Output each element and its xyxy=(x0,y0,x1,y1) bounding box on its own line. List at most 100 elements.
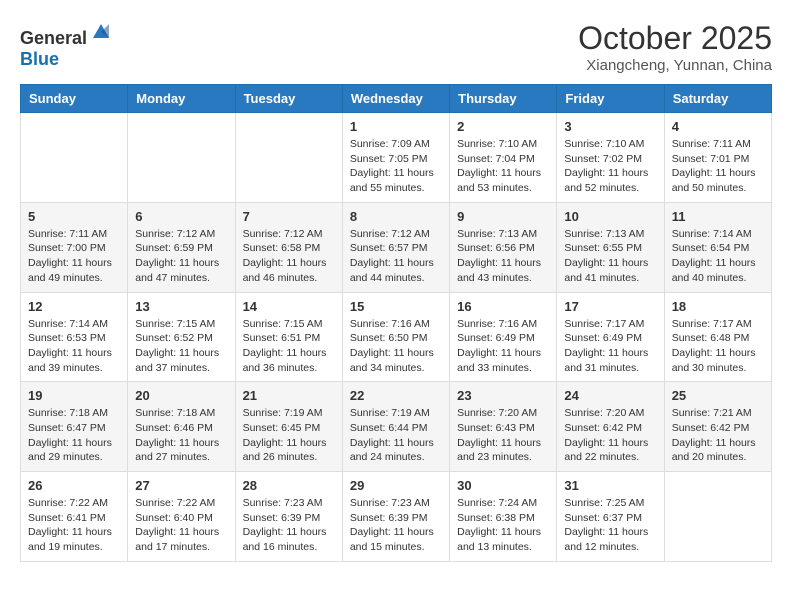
day-info: Sunrise: 7:14 AM Sunset: 6:53 PM Dayligh… xyxy=(28,317,120,376)
day-info: Sunrise: 7:12 AM Sunset: 6:57 PM Dayligh… xyxy=(350,227,442,286)
day-info: Sunrise: 7:15 AM Sunset: 6:51 PM Dayligh… xyxy=(243,317,335,376)
day-number: 16 xyxy=(457,299,549,314)
day-number: 30 xyxy=(457,478,549,493)
day-info: Sunrise: 7:16 AM Sunset: 6:50 PM Dayligh… xyxy=(350,317,442,376)
day-number: 17 xyxy=(564,299,656,314)
logo-blue: Blue xyxy=(20,49,59,69)
day-info: Sunrise: 7:21 AM Sunset: 6:42 PM Dayligh… xyxy=(672,406,764,465)
day-info: Sunrise: 7:19 AM Sunset: 6:45 PM Dayligh… xyxy=(243,406,335,465)
calendar-day-cell: 23 Sunrise: 7:20 AM Sunset: 6:43 PM Dayli… xyxy=(450,382,557,472)
day-info: Sunrise: 7:09 AM Sunset: 7:05 PM Dayligh… xyxy=(350,137,442,196)
title-section: October 2025 Xiangcheng, Yunnan, China xyxy=(578,20,772,74)
calendar-day-cell: 26 Sunrise: 7:22 AM Sunset: 6:41 PM Dayli… xyxy=(21,472,128,562)
day-number: 21 xyxy=(243,388,335,403)
month-title: October 2025 xyxy=(578,20,772,57)
day-number: 5 xyxy=(28,209,120,224)
day-info: Sunrise: 7:20 AM Sunset: 6:43 PM Dayligh… xyxy=(457,406,549,465)
weekday-header: Sunday xyxy=(21,85,128,113)
day-info: Sunrise: 7:22 AM Sunset: 6:40 PM Dayligh… xyxy=(135,496,227,555)
day-info: Sunrise: 7:23 AM Sunset: 6:39 PM Dayligh… xyxy=(350,496,442,555)
day-number: 20 xyxy=(135,388,227,403)
day-number: 25 xyxy=(672,388,764,403)
day-number: 26 xyxy=(28,478,120,493)
day-number: 11 xyxy=(672,209,764,224)
calendar-header-row: SundayMondayTuesdayWednesdayThursdayFrid… xyxy=(21,85,772,113)
calendar-day-cell: 13Sunrise: 7:15 AM Sunset: 6:52 PM Dayli… xyxy=(128,292,235,382)
day-info: Sunrise: 7:12 AM Sunset: 6:58 PM Dayligh… xyxy=(243,227,335,286)
day-number: 6 xyxy=(135,209,227,224)
weekday-header: Tuesday xyxy=(235,85,342,113)
day-info: Sunrise: 7:13 AM Sunset: 6:56 PM Dayligh… xyxy=(457,227,549,286)
day-number: 29 xyxy=(350,478,442,493)
day-info: Sunrise: 7:18 AM Sunset: 6:46 PM Dayligh… xyxy=(135,406,227,465)
day-number: 7 xyxy=(243,209,335,224)
day-number: 8 xyxy=(350,209,442,224)
day-number: 1 xyxy=(350,119,442,134)
day-info: Sunrise: 7:18 AM Sunset: 6:47 PM Dayligh… xyxy=(28,406,120,465)
calendar-day-cell xyxy=(128,113,235,203)
calendar-day-cell: 7 Sunrise: 7:12 AM Sunset: 6:58 PM Daylig… xyxy=(235,202,342,292)
day-info: Sunrise: 7:13 AM Sunset: 6:55 PM Dayligh… xyxy=(564,227,656,286)
calendar-day-cell: 8 Sunrise: 7:12 AM Sunset: 6:57 PM Daylig… xyxy=(342,202,449,292)
calendar-day-cell: 20 Sunrise: 7:18 AM Sunset: 6:46 PM Dayli… xyxy=(128,382,235,472)
calendar-day-cell: 9Sunrise: 7:13 AM Sunset: 6:56 PM Daylig… xyxy=(450,202,557,292)
calendar-day-cell: 3 Sunrise: 7:10 AM Sunset: 7:02 PM Daylig… xyxy=(557,113,664,203)
day-number: 10 xyxy=(564,209,656,224)
day-info: Sunrise: 7:15 AM Sunset: 6:52 PM Dayligh… xyxy=(135,317,227,376)
day-number: 3 xyxy=(564,119,656,134)
logo-icon xyxy=(89,20,113,44)
day-info: Sunrise: 7:14 AM Sunset: 6:54 PM Dayligh… xyxy=(672,227,764,286)
day-info: Sunrise: 7:24 AM Sunset: 6:38 PM Dayligh… xyxy=(457,496,549,555)
calendar-day-cell: 2 Sunrise: 7:10 AM Sunset: 7:04 PM Daylig… xyxy=(450,113,557,203)
day-number: 27 xyxy=(135,478,227,493)
weekday-header: Saturday xyxy=(664,85,771,113)
weekday-header: Friday xyxy=(557,85,664,113)
calendar-day-cell xyxy=(664,472,771,562)
calendar-week-row: 5Sunrise: 7:11 AM Sunset: 7:00 PM Daylig… xyxy=(21,202,772,292)
calendar-day-cell: 11 Sunrise: 7:14 AM Sunset: 6:54 PM Dayli… xyxy=(664,202,771,292)
logo: General Blue xyxy=(20,20,113,70)
calendar-day-cell: 10 Sunrise: 7:13 AM Sunset: 6:55 PM Dayli… xyxy=(557,202,664,292)
calendar-week-row: 19 Sunrise: 7:18 AM Sunset: 6:47 PM Dayli… xyxy=(21,382,772,472)
calendar-day-cell: 16 Sunrise: 7:16 AM Sunset: 6:49 PM Dayli… xyxy=(450,292,557,382)
day-info: Sunrise: 7:10 AM Sunset: 7:02 PM Dayligh… xyxy=(564,137,656,196)
calendar-day-cell: 15 Sunrise: 7:16 AM Sunset: 6:50 PM Dayli… xyxy=(342,292,449,382)
day-info: Sunrise: 7:10 AM Sunset: 7:04 PM Dayligh… xyxy=(457,137,549,196)
location-title: Xiangcheng, Yunnan, China xyxy=(578,57,772,74)
day-number: 2 xyxy=(457,119,549,134)
weekday-header: Wednesday xyxy=(342,85,449,113)
day-number: 28 xyxy=(243,478,335,493)
day-number: 19 xyxy=(28,388,120,403)
day-info: Sunrise: 7:20 AM Sunset: 6:42 PM Dayligh… xyxy=(564,406,656,465)
calendar-day-cell: 25 Sunrise: 7:21 AM Sunset: 6:42 PM Dayli… xyxy=(664,382,771,472)
day-info: Sunrise: 7:12 AM Sunset: 6:59 PM Dayligh… xyxy=(135,227,227,286)
day-info: Sunrise: 7:22 AM Sunset: 6:41 PM Dayligh… xyxy=(28,496,120,555)
calendar-day-cell: 27 Sunrise: 7:22 AM Sunset: 6:40 PM Dayli… xyxy=(128,472,235,562)
day-number: 4 xyxy=(672,119,764,134)
day-number: 12 xyxy=(28,299,120,314)
page-header: General Blue October 2025 Xiangcheng, Yu… xyxy=(20,20,772,74)
calendar-day-cell: 5Sunrise: 7:11 AM Sunset: 7:00 PM Daylig… xyxy=(21,202,128,292)
day-number: 14 xyxy=(243,299,335,314)
calendar-day-cell: 29 Sunrise: 7:23 AM Sunset: 6:39 PM Dayli… xyxy=(342,472,449,562)
logo-general: General xyxy=(20,28,87,48)
calendar-day-cell: 12 Sunrise: 7:14 AM Sunset: 6:53 PM Dayli… xyxy=(21,292,128,382)
calendar-table: SundayMondayTuesdayWednesdayThursdayFrid… xyxy=(20,84,772,562)
calendar-day-cell: 21 Sunrise: 7:19 AM Sunset: 6:45 PM Dayli… xyxy=(235,382,342,472)
calendar-day-cell: 14 Sunrise: 7:15 AM Sunset: 6:51 PM Dayli… xyxy=(235,292,342,382)
calendar-day-cell xyxy=(235,113,342,203)
calendar-day-cell xyxy=(21,113,128,203)
day-info: Sunrise: 7:17 AM Sunset: 6:48 PM Dayligh… xyxy=(672,317,764,376)
calendar-day-cell: 30 Sunrise: 7:24 AM Sunset: 6:38 PM Dayli… xyxy=(450,472,557,562)
calendar-day-cell: 24Sunrise: 7:20 AM Sunset: 6:42 PM Dayli… xyxy=(557,382,664,472)
day-info: Sunrise: 7:16 AM Sunset: 6:49 PM Dayligh… xyxy=(457,317,549,376)
day-number: 22 xyxy=(350,388,442,403)
weekday-header: Thursday xyxy=(450,85,557,113)
weekday-header: Monday xyxy=(128,85,235,113)
day-info: Sunrise: 7:17 AM Sunset: 6:49 PM Dayligh… xyxy=(564,317,656,376)
day-number: 23 xyxy=(457,388,549,403)
calendar-day-cell: 17 Sunrise: 7:17 AM Sunset: 6:49 PM Dayli… xyxy=(557,292,664,382)
day-info: Sunrise: 7:25 AM Sunset: 6:37 PM Dayligh… xyxy=(564,496,656,555)
day-info: Sunrise: 7:11 AM Sunset: 7:01 PM Dayligh… xyxy=(672,137,764,196)
day-number: 15 xyxy=(350,299,442,314)
